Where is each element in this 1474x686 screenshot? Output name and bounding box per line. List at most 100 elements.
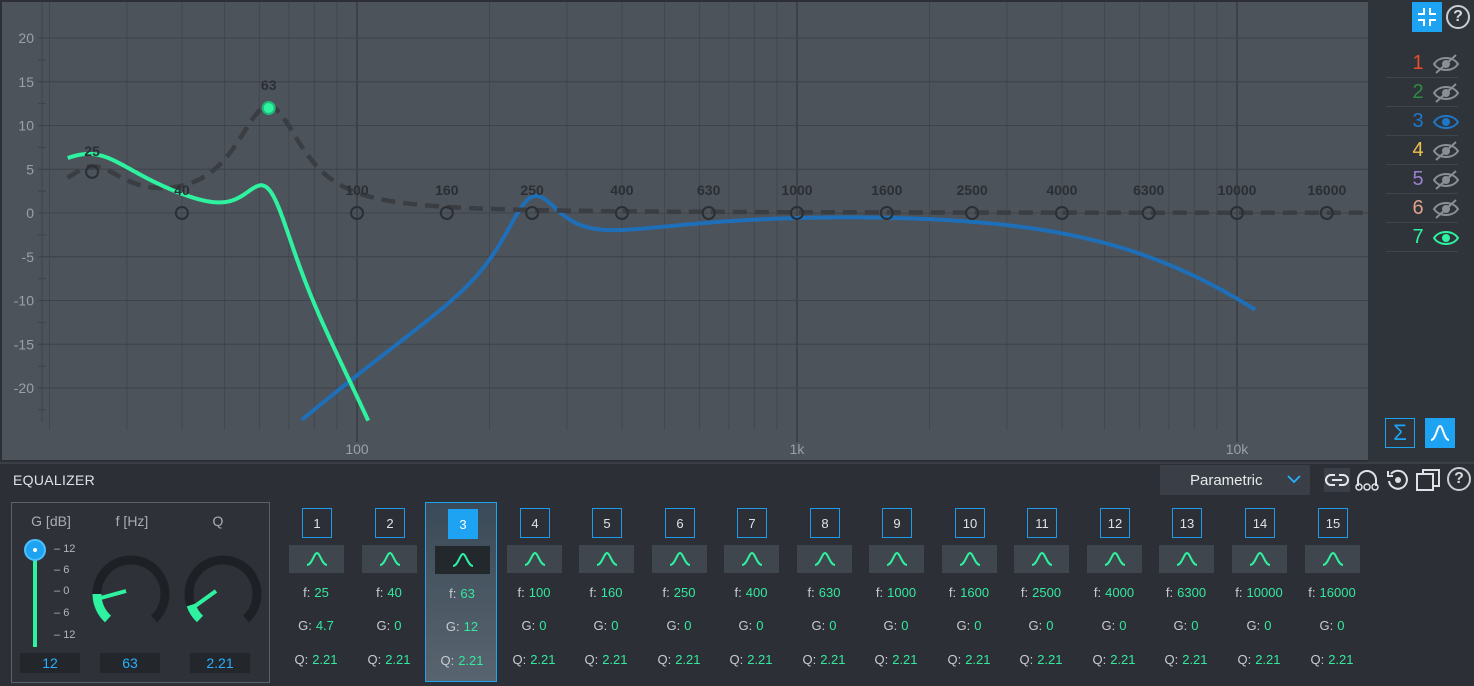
eye-off-icon[interactable] [1432,198,1460,220]
band-freq[interactable]: f: 2500 [1005,585,1077,600]
band-freq[interactable]: f: 160 [570,585,642,600]
band-q[interactable]: Q: 2.21 [715,652,787,667]
band-number-button[interactable]: 10 [955,508,985,538]
band-number-button[interactable]: 8 [810,508,840,538]
band-q[interactable]: Q: 2.21 [1296,652,1368,667]
band-type-button[interactable] [797,545,852,573]
band-number-button[interactable]: 9 [882,508,912,538]
layer-row[interactable]: 6 [1386,195,1460,223]
band-freq[interactable]: f: 6300 [1150,585,1222,600]
band-q[interactable]: Q: 2.21 [280,652,352,667]
eye-off-icon[interactable] [1432,140,1460,162]
band-gain[interactable]: G: 0 [1005,618,1077,633]
band-gain[interactable]: G: 12 [426,619,498,634]
band-column[interactable]: 13 f: 6300 G: 0 Q: 2.21 [1150,502,1222,682]
band-q[interactable]: Q: 2.21 [933,652,1005,667]
band-q[interactable]: Q: 2.21 [860,652,932,667]
band-q[interactable]: Q: 2.21 [1223,652,1295,667]
window-icon[interactable] [1415,468,1441,492]
gain-value[interactable]: 12 [20,653,80,673]
band-column[interactable]: 10 f: 1600 G: 0 Q: 2.21 [933,502,1005,682]
band-freq[interactable]: f: 1600 [933,585,1005,600]
link-icon[interactable] [1324,468,1350,492]
band-gain[interactable]: G: 0 [1150,618,1222,633]
band-gain[interactable]: G: 0 [1223,618,1295,633]
gain-slider-track[interactable] [33,549,37,647]
layer-row[interactable]: 4 [1386,137,1460,165]
band-q[interactable]: Q: 2.21 [1078,652,1150,667]
band-gain[interactable]: G: 0 [1078,618,1150,633]
band-column[interactable]: 4 f: 100 G: 0 Q: 2.21 [498,502,570,682]
band-gain[interactable]: G: 0 [498,618,570,633]
q-value[interactable]: 2.21 [190,653,250,673]
band-number-button[interactable]: 7 [737,508,767,538]
band-column[interactable]: 8 f: 630 G: 0 Q: 2.21 [788,502,860,682]
eye-off-icon[interactable] [1432,53,1460,75]
collapse-icon[interactable] [1412,2,1442,32]
band-freq[interactable]: f: 250 [643,585,715,600]
band-q[interactable]: Q: 2.21 [426,653,498,668]
band-type-button[interactable] [579,545,634,573]
frequency-response-graph[interactable]: 20 15 10 5 0 -5 -10 -15 -20 100 1k 10k 25 40 63 100 160… [2,2,1368,460]
layer-row[interactable]: 7 [1386,224,1460,252]
band-handle[interactable] [261,101,276,115]
layer-row[interactable]: 1 [1386,50,1460,78]
band-number-button[interactable]: 2 [375,508,405,538]
band-type-button[interactable] [942,545,997,573]
band-number-button[interactable]: 1 [302,508,332,538]
band-gain[interactable]: G: 0 [788,618,860,633]
band-number-button[interactable]: 6 [665,508,695,538]
layer-row[interactable]: 3 [1386,108,1460,136]
band-type-button[interactable] [869,545,924,573]
band-column[interactable]: 6 f: 250 G: 0 Q: 2.21 [643,502,715,682]
band-freq[interactable]: f: 10000 [1223,585,1295,600]
band-freq[interactable]: f: 16000 [1296,585,1368,600]
headphones-icon[interactable] [1354,468,1380,492]
band-q[interactable]: Q: 2.21 [643,652,715,667]
band-q[interactable]: Q: 2.21 [498,652,570,667]
band-column[interactable]: 15 f: 16000 G: 0 Q: 2.21 [1296,502,1368,682]
band-number-button[interactable]: 3 [448,509,478,539]
band-type-button[interactable] [1232,545,1287,573]
band-number-button[interactable]: 12 [1100,508,1130,538]
eye-icon[interactable] [1432,111,1460,133]
gain-slider-thumb[interactable] [24,539,46,561]
band-type-button[interactable] [1087,545,1142,573]
band-freq[interactable]: f: 25 [280,585,352,600]
sum-button[interactable]: Σ [1385,418,1415,448]
reset-icon[interactable] [1385,468,1411,492]
band-gain[interactable]: G: 0 [353,618,425,633]
band-column[interactable]: 7 f: 400 G: 0 Q: 2.21 [715,502,787,682]
band-type-button[interactable] [1305,545,1360,573]
band-column[interactable]: 5 f: 160 G: 0 Q: 2.21 [570,502,642,682]
help-icon[interactable]: ? [1447,467,1471,491]
eye-off-icon[interactable] [1432,169,1460,191]
band-gain[interactable]: G: 0 [715,618,787,633]
graph-canvas[interactable]: 20 15 10 5 0 -5 -10 -15 -20 100 1k 10k 25 40 63 100 160… [2,2,1368,460]
band-freq[interactable]: f: 1000 [860,585,932,600]
layer-row[interactable]: 5 [1386,166,1460,194]
band-number-button[interactable]: 15 [1318,508,1348,538]
band-freq[interactable]: f: 40 [353,585,425,600]
band-column[interactable]: 2 f: 40 G: 0 Q: 2.21 [353,502,425,682]
band-freq[interactable]: f: 4000 [1078,585,1150,600]
band-type-button[interactable] [652,545,707,573]
band-column[interactable]: 12 f: 4000 G: 0 Q: 2.21 [1078,502,1150,682]
freq-value[interactable]: 63 [100,653,160,673]
band-column[interactable]: 14 f: 10000 G: 0 Q: 2.21 [1223,502,1295,682]
band-type-button[interactable] [507,545,562,573]
band-q[interactable]: Q: 2.21 [1005,652,1077,667]
bands-view-button[interactable] [1425,418,1455,448]
band-gain[interactable]: G: 0 [570,618,642,633]
band-number-button[interactable]: 14 [1245,508,1275,538]
q-knob[interactable] [180,549,266,635]
mode-select[interactable]: Parametric [1160,465,1310,495]
band-gain[interactable]: G: 0 [933,618,1005,633]
band-type-button[interactable] [289,545,344,573]
band-freq[interactable]: f: 630 [788,585,860,600]
band-freq[interactable]: f: 63 [426,586,498,601]
band-column[interactable]: 3 f: 63 G: 12 Q: 2.21 [425,502,497,682]
band-q[interactable]: Q: 2.21 [1150,652,1222,667]
band-column[interactable]: 9 f: 1000 G: 0 Q: 2.21 [860,502,932,682]
band-q[interactable]: Q: 2.21 [788,652,860,667]
